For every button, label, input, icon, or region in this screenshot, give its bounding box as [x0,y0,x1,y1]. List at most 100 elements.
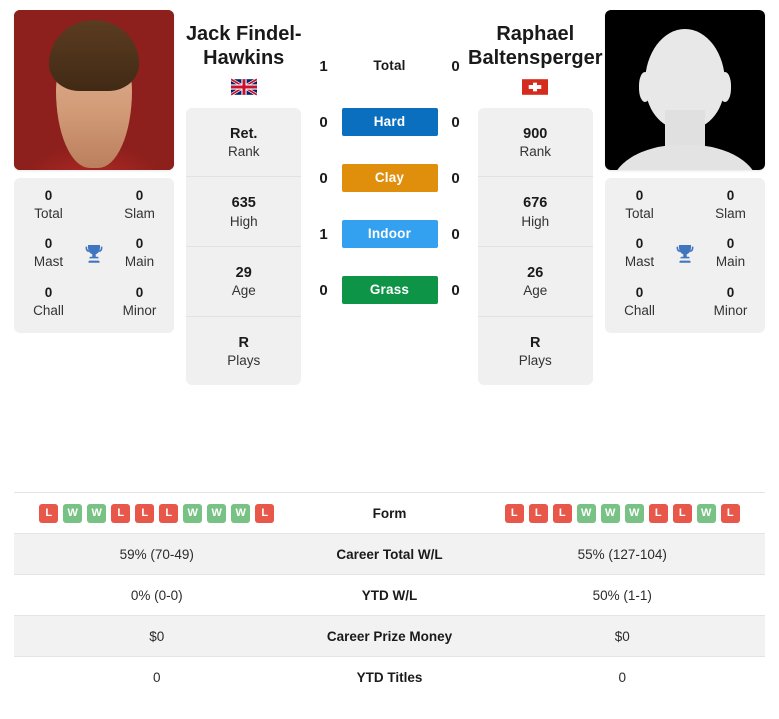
left-titles-minor-value: 0 [135,284,144,300]
left-player-titles-box: 0 Total 0 Slam 0 Mast 0 Main 0 Chall 0 M… [14,178,174,334]
right-player-titles-box: 0 Total 0 Slam 0 Mast 0 Main 0 Chall 0 M… [605,178,765,334]
right-player-photo-card[interactable]: Raphael Baltensperger [605,10,765,170]
form-chip-loss[interactable]: L [648,503,668,523]
surface-badge-indoor[interactable]: Indoor [341,220,438,248]
left-stat-high-label: High [229,213,258,229]
right-titles-minor-label: Minor [713,302,748,318]
right-stat-plays: R Plays [478,317,593,386]
left-player-stat-stack: Ret. Rank 635 High 29 Age R Plays [186,107,302,386]
form-chip-win[interactable]: W [183,503,203,523]
right-titles-total-value: 0 [635,188,644,203]
right-titles-chall-value: 0 [635,284,644,300]
comparison-table: LWWLLLWWWL Form LLLWWWLLWL 59% (70-49) C… [0,492,779,697]
h2h-total-label: Total [373,58,406,73]
left-stat-plays-label: Plays [227,352,261,368]
left-titles-total: 0 Total [20,188,77,222]
right-stat-rank: 900 Rank [477,108,593,178]
left-titles-mast-label: Mast [33,254,64,270]
ytd-titles-label: YTD Titles [356,669,423,685]
form-chip-win[interactable]: W [231,503,251,523]
h2h-grass-left-score: 0 [319,281,328,299]
head-to-head-top: Jack Findel-Hawkins 0 Total 0 Slam 0 Mas… [0,0,779,492]
right-titles-mast-value: 0 [635,236,644,252]
right-stat-rank-label: Rank [519,143,551,159]
table-row-form: LWWLLLWWWL Form LLLWWWLLWL [14,492,765,533]
avatar-placeholder-icon [605,10,765,170]
h2h-clay-left-score: 0 [319,169,328,187]
h2h-row-hard: 0 Hard 0 [314,108,466,136]
right-stat-age-value: 26 [527,265,544,282]
left-stat-age: 29 Age [186,247,302,317]
gb-flag-icon [230,77,257,96]
right-ytd-wl: 50% (1-1) [592,587,652,603]
form-chip-loss[interactable]: L [552,503,572,523]
form-chip-loss[interactable]: L [255,503,275,523]
left-player-name[interactable]: Jack Findel- Hawkins [186,22,302,71]
form-chip-loss[interactable]: L [672,503,692,523]
form-chip-loss[interactable]: L [135,503,155,523]
right-titles-main-label: Main [715,254,746,270]
form-chip-loss[interactable]: L [111,503,131,523]
left-titles-main-value: 0 [135,236,144,252]
right-titles-total: 0 Total [611,188,668,222]
left-titles-slam-label: Slam [124,205,155,221]
table-row-career-wl: 59% (70-49) Career Total W/L 55% (127-10… [14,533,765,574]
form-chip-win[interactable]: W [63,503,83,523]
right-titles-chall: 0 Chall [611,285,668,319]
right-career-wl: 55% (127-104) [577,546,667,562]
form-row-label: Form [372,505,407,521]
right-form-cell: LLLWWWLLWL [480,494,766,533]
right-titles-slam-label: Slam [715,205,746,221]
left-ytd-titles: 0 [152,669,161,685]
right-player-stat-stack: 900 Rank 676 High 26 Age R Plays [477,107,593,386]
left-titles-total-label: Total [34,205,63,221]
surface-badge-grass[interactable]: Grass [341,276,438,304]
right-player-name[interactable]: Raphael Baltensperger [468,22,603,71]
h2h-total-left-score: 1 [319,57,328,75]
right-stat-high-value: 676 [523,195,548,212]
form-chip-win[interactable]: W [87,503,107,523]
right-titles-chall-label: Chall [624,302,655,318]
h2h-row-grass: 0 Grass 0 [314,276,466,304]
h2h-total-right-score: 0 [451,57,460,75]
table-row-ytd-wl: 0% (0-0) YTD W/L 50% (1-1) [14,574,765,615]
right-titles-slam: 0 Slam [702,188,759,222]
form-chip-loss[interactable]: L [39,503,59,523]
career-prize-label: Career Prize Money [326,628,453,644]
left-titles-minor-label: Minor [122,302,157,318]
right-player-name-line2: Baltensperger [468,47,603,70]
left-player-name-line2: Hawkins [203,47,285,70]
h2h-row-clay: 0 Clay 0 [314,164,466,192]
right-player-name-line1: Raphael [496,23,575,45]
form-chip-win[interactable]: W [207,503,227,523]
left-form-strip: LWWLLLWWWL [18,503,296,523]
form-chip-loss[interactable]: L [159,503,179,523]
ch-flag-icon [522,78,549,96]
form-chip-win[interactable]: W [624,503,644,523]
left-career-prize: $0 [149,628,165,644]
left-titles-chall-label: Chall [33,302,64,318]
h2h-hard-left-score: 0 [319,113,328,131]
left-player-photo-card[interactable]: Jack Findel-Hawkins [14,10,174,170]
ytd-wl-label: YTD W/L [361,587,418,603]
form-chip-loss[interactable]: L [528,503,548,523]
right-player-name-column: Raphael Baltensperger 900 Rank 676 High … [466,10,606,386]
form-chip-loss[interactable]: L [504,503,524,523]
h2h-row-indoor: 1 Indoor 0 [314,220,466,248]
form-chip-win[interactable]: W [696,503,716,523]
right-ytd-titles: 0 [618,669,626,685]
left-titles-mast: 0 Mast [20,236,77,270]
form-chip-loss[interactable]: L [720,503,740,523]
left-stat-age-label: Age [231,283,256,299]
trophy-icon [668,242,702,266]
right-form-strip: LLLWWWLLWL [484,503,762,523]
left-stat-age-value: 29 [235,265,252,282]
surface-badge-hard[interactable]: Hard [341,108,438,136]
right-stat-plays-label: Plays [518,352,552,368]
left-form-cell: LWWLLLWWWL [14,494,300,533]
form-chip-win[interactable]: W [600,503,620,523]
form-chip-win[interactable]: W [576,503,596,523]
surface-badge-clay[interactable]: Clay [341,164,438,192]
right-stat-age: 26 Age [477,247,593,317]
right-player-photo [605,10,765,170]
